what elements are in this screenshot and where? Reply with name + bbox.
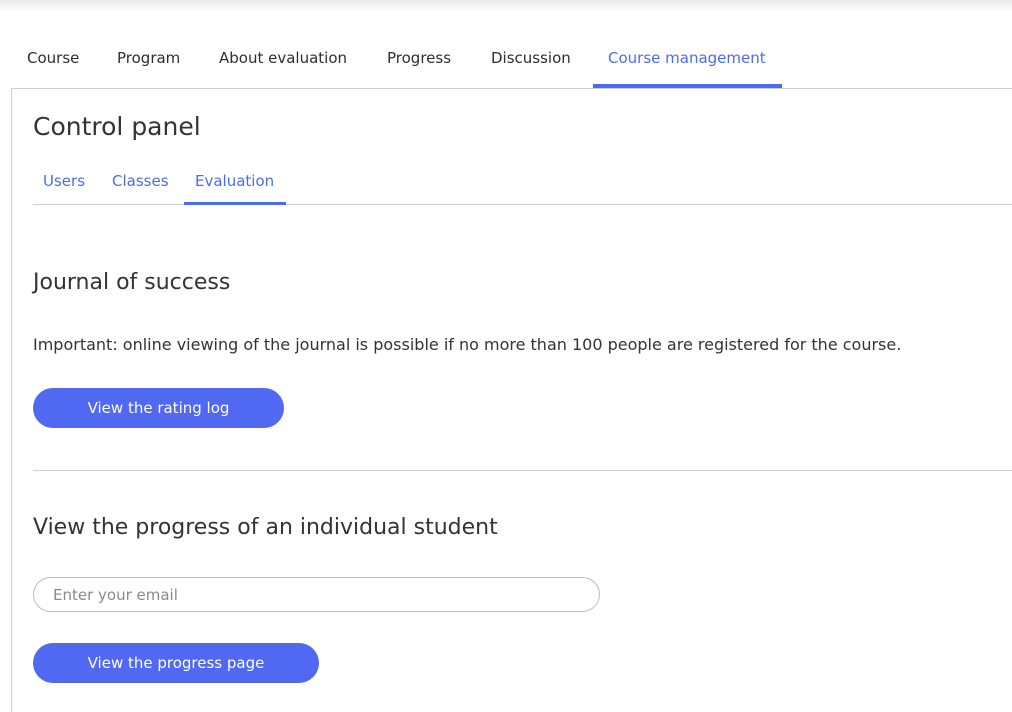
tab-users[interactable]: Users bbox=[43, 158, 85, 204]
journal-title: Journal of success bbox=[33, 270, 231, 295]
tab-program[interactable]: Program bbox=[117, 36, 180, 88]
section-divider bbox=[33, 470, 1012, 471]
view-progress-page-button[interactable]: View the progress page bbox=[33, 643, 319, 683]
tab-progress[interactable]: Progress bbox=[387, 36, 451, 88]
tab-discussion[interactable]: Discussion bbox=[491, 36, 571, 88]
student-progress-title: View the progress of an individual stude… bbox=[33, 515, 498, 540]
tab-evaluation[interactable]: Evaluation bbox=[183, 158, 287, 205]
journal-notice: Important: online viewing of the journal… bbox=[33, 335, 902, 354]
tab-course[interactable]: Course bbox=[27, 36, 79, 88]
tab-course-management[interactable]: Course management bbox=[593, 36, 782, 88]
control-panel-tabs: Users Classes Evaluation bbox=[33, 158, 1012, 205]
email-input[interactable] bbox=[33, 577, 600, 612]
tab-about-evaluation[interactable]: About evaluation bbox=[219, 36, 347, 88]
tab-classes[interactable]: Classes bbox=[112, 158, 169, 204]
top-shadow bbox=[0, 0, 1012, 12]
page-title: Control panel bbox=[33, 112, 201, 141]
course-nav: Course Program About evaluation Progress… bbox=[0, 36, 1012, 88]
view-rating-log-button[interactable]: View the rating log bbox=[33, 388, 284, 428]
